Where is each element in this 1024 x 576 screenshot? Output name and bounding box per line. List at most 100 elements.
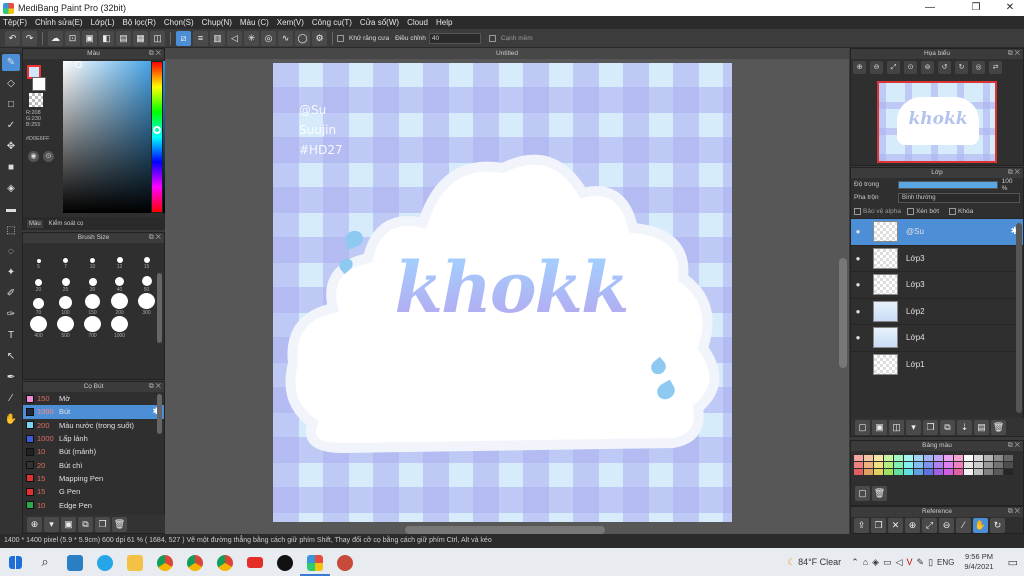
perspective-ruler-icon[interactable]: ◁ xyxy=(227,30,242,46)
snap-settings-icon[interactable]: ⚙ xyxy=(312,30,327,46)
layer-row[interactable]: ● @Su ✱ xyxy=(851,218,1023,245)
panel-close-icon[interactable]: ⧉ ✕ xyxy=(149,49,161,59)
layers-scrollbar[interactable] xyxy=(1016,223,1022,413)
eyedropper-icon[interactable]: ⊙ xyxy=(43,151,54,162)
add-palette-color-icon[interactable]: ▢ xyxy=(855,486,870,501)
fit-screen-icon[interactable]: ⤢ xyxy=(887,60,900,74)
undo-icon[interactable]: ↶ xyxy=(5,30,20,46)
menu-snap[interactable]: Chụp(N) xyxy=(202,18,232,27)
palette-swatch[interactable] xyxy=(884,455,893,461)
tab-color[interactable]: Màu xyxy=(27,219,43,228)
palette-swatch[interactable] xyxy=(994,462,1003,468)
brush-size-option[interactable]: 300 xyxy=(133,293,160,316)
menu-tools[interactable]: Công cụ(T) xyxy=(312,18,352,27)
shape-tool-icon[interactable]: □ xyxy=(2,96,20,113)
menu-window[interactable]: Cửa sổ(W) xyxy=(360,18,399,27)
antialias-checkbox[interactable] xyxy=(337,34,344,42)
palette-swatch[interactable] xyxy=(914,462,923,468)
brush-item[interactable]: 10 Edge Pen xyxy=(23,498,164,511)
sv-picker-handle[interactable] xyxy=(75,61,82,68)
delete-palette-color-icon[interactable]: 🗑 xyxy=(872,486,887,501)
tab-brush-control[interactable]: Kiểm soát cọ xyxy=(47,220,86,228)
youtube-icon[interactable] xyxy=(240,548,270,576)
menu-edit[interactable]: Chỉnh sửa(E) xyxy=(35,18,83,27)
panel-close-icon[interactable]: ⧉ ✕ xyxy=(1008,168,1020,178)
close-button[interactable]: ✕ xyxy=(996,0,1024,16)
palette-swatch[interactable] xyxy=(994,469,1003,475)
palette-swatch[interactable] xyxy=(904,469,913,475)
palette-swatch[interactable] xyxy=(884,469,893,475)
redo-icon[interactable]: ↷ xyxy=(22,30,37,46)
brush-item[interactable]: 15 G Pen xyxy=(23,485,164,498)
background-color-swatch[interactable] xyxy=(32,77,46,91)
palette-swatch[interactable] xyxy=(954,455,963,461)
palette-swatch[interactable] xyxy=(894,455,903,461)
brush-size-option[interactable]: 400 xyxy=(25,316,52,339)
new-halftone-layer-icon[interactable]: ▣ xyxy=(872,419,887,435)
lasso-tool-icon[interactable]: ◌ xyxy=(2,243,20,260)
windows-start-icon[interactable] xyxy=(0,548,30,576)
layer-visibility-icon[interactable]: ● xyxy=(851,254,865,263)
magic-wand-tool-icon[interactable]: ✦ xyxy=(2,264,20,281)
transform-icon[interactable]: ◫ xyxy=(150,30,165,46)
select-all-icon[interactable]: ▣ xyxy=(82,30,97,46)
tray-app2-icon[interactable]: ◈ xyxy=(872,557,879,568)
palette-swatch[interactable] xyxy=(1004,462,1013,468)
clipping-checkbox[interactable] xyxy=(906,207,914,215)
protect-alpha-checkbox[interactable] xyxy=(854,207,861,215)
copy-brush-icon[interactable]: ⧉ xyxy=(78,516,93,532)
search-icon[interactable]: ⌕ xyxy=(30,548,60,576)
layer-row[interactable]: ● Lớp3 xyxy=(851,244,1023,272)
palette-swatch[interactable] xyxy=(944,462,953,468)
brush-folder-icon[interactable]: ❐ xyxy=(95,516,110,532)
reference-hand-icon[interactable]: ✋ xyxy=(973,518,988,533)
vpn-icon[interactable]: V xyxy=(907,557,913,567)
layer-settings-icon[interactable]: ▤ xyxy=(974,419,989,435)
palette-swatch[interactable] xyxy=(894,469,903,475)
blend-mode-select[interactable]: Bình thường xyxy=(898,192,1020,203)
menu-filter[interactable]: Bộ lọc(R) xyxy=(123,18,156,27)
palette-swatch[interactable] xyxy=(874,469,883,475)
cloud-icon[interactable]: ☁ xyxy=(48,30,63,46)
notification-icon[interactable]: ▭ xyxy=(1008,556,1018,569)
panel-close-icon[interactable]: ⧉ ✕ xyxy=(1008,507,1020,517)
network-icon[interactable]: ▭ xyxy=(883,557,892,568)
reference-rotate-icon[interactable]: ↻ xyxy=(990,518,1005,533)
palette-swatch[interactable] xyxy=(984,469,993,475)
horizontal-scrollbar[interactable] xyxy=(405,526,605,534)
palette-swatch[interactable] xyxy=(924,469,933,475)
skype-icon[interactable] xyxy=(90,548,120,576)
rotate-left-icon[interactable]: ↺ xyxy=(938,60,951,74)
palette-swatch[interactable] xyxy=(1004,469,1013,475)
brush-size-option[interactable]: 20 xyxy=(25,270,52,293)
hue-slider[interactable] xyxy=(151,61,163,213)
layer-menu-icon[interactable]: ▾ xyxy=(906,419,921,435)
text-tool-icon[interactable]: T xyxy=(2,327,20,344)
chrome-second-icon[interactable] xyxy=(210,548,240,576)
brush-item[interactable]: 150 Mờ xyxy=(23,392,164,405)
medibang-taskbar-icon[interactable] xyxy=(300,548,330,576)
merge-layer-icon[interactable]: ⇣ xyxy=(957,419,972,435)
layer-row[interactable]: ● Lớp4 xyxy=(851,324,1023,351)
operation-tool-icon[interactable]: ↖ xyxy=(2,348,20,365)
gradient-tool-icon[interactable]: ▬ xyxy=(2,201,20,218)
brush-item[interactable]: 20 Bút chì xyxy=(23,458,164,471)
file-explorer-icon[interactable] xyxy=(120,548,150,576)
tray-chevron-icon[interactable]: ⌃ xyxy=(851,557,859,568)
reset-rotation-icon[interactable]: ◎ xyxy=(972,60,985,74)
concentric-ruler-icon[interactable]: ◎ xyxy=(261,30,276,46)
palette-swatch[interactable] xyxy=(1004,455,1013,461)
brush-size-option[interactable]: 25 xyxy=(52,270,79,293)
flip-icon[interactable]: ⇄ xyxy=(989,60,1002,74)
reference-zoom-in-icon[interactable]: ⊕ xyxy=(905,518,920,533)
palette-swatch[interactable] xyxy=(934,455,943,461)
palette-swatch[interactable] xyxy=(864,462,873,468)
palette-swatch[interactable] xyxy=(884,462,893,468)
palette-swatch[interactable] xyxy=(974,462,983,468)
move-tool-icon[interactable]: ✥ xyxy=(2,138,20,155)
brush-list-scrollbar[interactable] xyxy=(157,394,162,434)
ellipse-ruler-icon[interactable]: ◯ xyxy=(295,30,310,46)
tiktok-icon[interactable] xyxy=(270,548,300,576)
layer-visibility-icon[interactable]: ● xyxy=(851,280,865,289)
reference-zoom-out-icon[interactable]: ⊖ xyxy=(939,518,954,533)
